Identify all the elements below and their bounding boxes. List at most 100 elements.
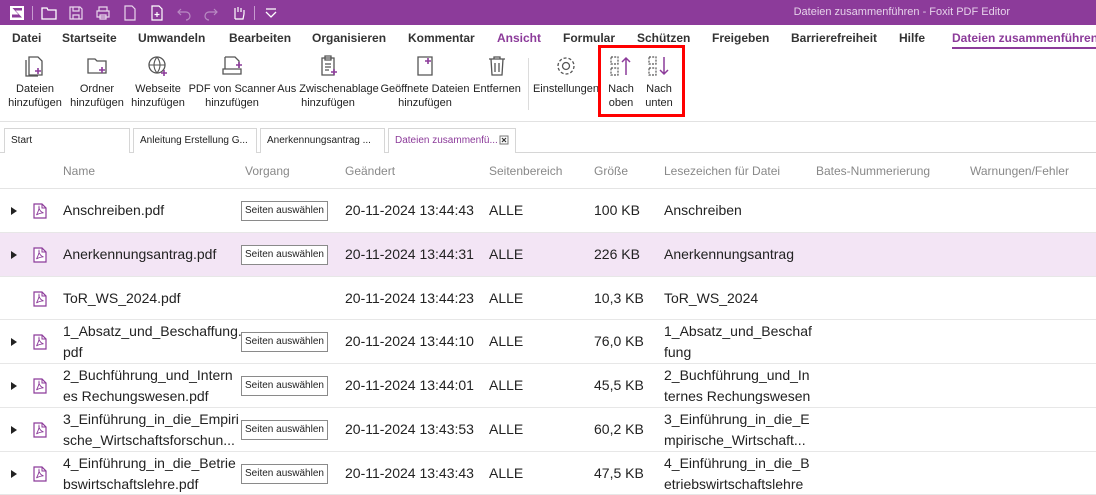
title-bar: Dateien zusammenführen - Foxit PDF Edito… (0, 0, 1096, 25)
doc-tab-anleitung[interactable]: Anleitung Erstellung G... (133, 128, 257, 153)
select-pages-button[interactable]: Seiten auswählen (241, 201, 328, 221)
close-icon[interactable] (498, 134, 510, 146)
expand-arrow-icon[interactable] (11, 251, 17, 259)
header-seitenbereich[interactable]: Seitenbereich (489, 164, 562, 178)
tab-kommentar[interactable]: Kommentar (408, 31, 475, 45)
modified-date: 20-11-2024 13:44:01 (345, 377, 474, 393)
tab-schuetzen[interactable]: Schützen (637, 31, 690, 45)
expand-arrow-icon[interactable] (11, 338, 17, 346)
modified-date: 20-11-2024 13:43:53 (345, 421, 474, 437)
table-row[interactable]: 3_Einführung_in_die_E mpiri sche_Wirtschaf… (0, 408, 1096, 452)
folder-add-icon (87, 58, 107, 74)
folder-open-icon[interactable] (41, 5, 57, 21)
file-size: 45,5 KB (594, 377, 644, 393)
document-tabs: Start Anleitung Erstellung G... Anerkenn… (0, 128, 1096, 153)
file-name: 3_Einführung_in_die_Empiri sche_Wirtschaf… (63, 409, 239, 451)
add-clipboard-label-2: hinzufügen (301, 97, 355, 109)
print-icon[interactable] (95, 5, 111, 21)
file-name: 1_Absatz_und_Beschaffung. pdf (63, 321, 242, 363)
document-icon[interactable] (122, 4, 138, 21)
file-size: 60,2 KB (594, 421, 644, 437)
header-bates[interactable]: Bates-Nummerierung (816, 164, 930, 178)
tab-organisieren[interactable]: Organisieren (312, 31, 386, 45)
expand-arrow-icon[interactable] (11, 382, 17, 390)
undo-icon[interactable] (176, 5, 192, 21)
add-files-button[interactable]: Dateien hinzufügen (6, 54, 64, 110)
header-warnungen[interactable]: Warnungen/Fehler (970, 164, 1069, 178)
bookmark-name[interactable]: 1_Absatz_und_Beschaf fung (664, 321, 812, 363)
add-scanner-label-2: hinzufügen (205, 97, 259, 109)
tab-freigeben[interactable]: Freigeben (712, 31, 769, 45)
header-lesezeichen[interactable]: Lesezeichen für Datei (664, 164, 780, 178)
table-row[interactable]: 1_Absatz_und_Beschaffung. pdf Seiten auswä… (0, 320, 1096, 364)
table-row[interactable]: 4_Einführung_in_die_Betrie bswirtschaftsl… (0, 452, 1096, 495)
table-row[interactable]: ToR_WS_2024.pdf 20-11-2024 13:44:23 ALLE 10… (0, 277, 1096, 320)
bookmark-name[interactable]: Anschreiben (664, 202, 742, 218)
bookmark-line: mpirische_Wirtschaft... (664, 432, 806, 448)
table-row[interactable]: Anschreiben.pdf Seiten auswählen 20-11-202… (0, 189, 1096, 233)
add-open-files-label-1: Geöffnete Dateien (380, 83, 470, 95)
customize-dropdown-icon[interactable] (263, 5, 279, 21)
select-pages-button[interactable]: Seiten auswählen (241, 464, 328, 484)
add-scanner-button[interactable]: PDF von Scanner hinzufügen (189, 54, 275, 110)
new-document-icon[interactable] (149, 4, 165, 21)
tab-ansicht[interactable]: Ansicht (497, 31, 541, 45)
bookmark-name[interactable]: Anerkennungsantrag (664, 246, 794, 262)
table-row[interactable]: 2_Buchführung_und_Intern es Rechungswesen… (0, 364, 1096, 408)
add-website-button[interactable]: Webseite hinzufügen (129, 54, 187, 110)
select-pages-button[interactable]: Seiten auswählen (241, 420, 328, 440)
header-vorgang[interactable]: Vorgang (245, 164, 290, 178)
select-pages-button[interactable]: Seiten auswählen (241, 332, 328, 352)
select-pages-button[interactable]: Seiten auswählen (241, 376, 328, 396)
bookmark-line: 3_Einführung_in_die_E (664, 411, 810, 427)
bookmark-line: 1_Absatz_und_Beschaf (664, 323, 812, 339)
file-name: ToR_WS_2024.pdf (63, 290, 181, 306)
highlight-box (598, 45, 685, 117)
expand-arrow-icon[interactable] (11, 470, 17, 478)
bookmark-name[interactable]: 2_Buchführung_und_In ternes Rechungswesen (664, 365, 810, 407)
settings-button[interactable]: Einstellungen (533, 54, 599, 96)
doc-tab-start[interactable]: Start (4, 128, 130, 153)
file-name: Anerkennungsantrag.pdf (63, 246, 217, 262)
tab-datei[interactable]: Datei (12, 31, 41, 45)
ribbon-divider (528, 58, 529, 110)
bookmark-name[interactable]: 3_Einführung_in_die_E mpirische_Wirtschaf… (664, 409, 810, 451)
redo-icon[interactable] (203, 5, 219, 21)
file-size: 100 KB (594, 202, 640, 218)
globe-icon (148, 56, 167, 76)
page-range: ALLE (489, 465, 524, 481)
add-clipboard-button[interactable]: Aus Zwischenablage hinzufügen (277, 54, 379, 110)
header-name[interactable]: Name (63, 164, 95, 178)
table-header: Name Vorgang Geändert Seitenbereich Größ… (0, 153, 1096, 189)
doc-tab-anerkennungsantrag[interactable]: Anerkennungsantrag ... (260, 128, 385, 153)
header-groesse[interactable]: Größe (594, 164, 628, 178)
tab-formular[interactable]: Formular (563, 31, 615, 45)
header-geaendert[interactable]: Geändert (345, 164, 395, 178)
bookmark-name[interactable]: ToR_WS_2024 (664, 290, 758, 306)
tab-barrierefreiheit[interactable]: Barrierefreiheit (791, 31, 877, 45)
select-pages-button[interactable]: Seiten auswählen (241, 245, 328, 265)
modified-date: 20-11-2024 13:44:23 (345, 290, 474, 306)
add-folder-button[interactable]: Ordner hinzufügen (68, 54, 126, 110)
add-open-files-button[interactable]: Geöffnete Dateien hinzufügen (380, 54, 470, 110)
table-row[interactable]: Anerkennungsantrag.pdf Seiten auswählen 20… (0, 233, 1096, 277)
bookmark-name[interactable]: 4_Einführung_in_die_B etriebswirtschaftsl… (664, 453, 810, 495)
add-clipboard-label-1: Aus Zwischenablage (277, 83, 379, 95)
hand-tool-icon[interactable] (230, 5, 246, 21)
tab-startseite[interactable]: Startseite (62, 31, 117, 45)
tab-umwandeln[interactable]: Umwandeln (138, 31, 205, 45)
expand-arrow-icon[interactable] (11, 207, 17, 215)
divider (32, 5, 33, 20)
trash-icon (489, 56, 505, 76)
expand-arrow-icon[interactable] (11, 426, 17, 434)
add-folder-label-1: Ordner (79, 83, 115, 95)
doc-tab-dateien-zusammenfuehren[interactable]: Dateien zusammenfü... (388, 128, 516, 153)
menu-bar: Datei Startseite Umwandeln Bearbeiten Or… (0, 25, 1096, 50)
open-files-icon (417, 56, 433, 76)
remove-button[interactable]: Entfernen (472, 54, 522, 96)
tab-dateien-zusammenfuehren[interactable]: Dateien zusammenführen (952, 31, 1096, 49)
tab-bearbeiten[interactable]: Bearbeiten (229, 31, 291, 45)
tab-hilfe[interactable]: Hilfe (899, 31, 925, 45)
save-icon[interactable] (68, 5, 84, 21)
gear-icon (557, 57, 575, 75)
